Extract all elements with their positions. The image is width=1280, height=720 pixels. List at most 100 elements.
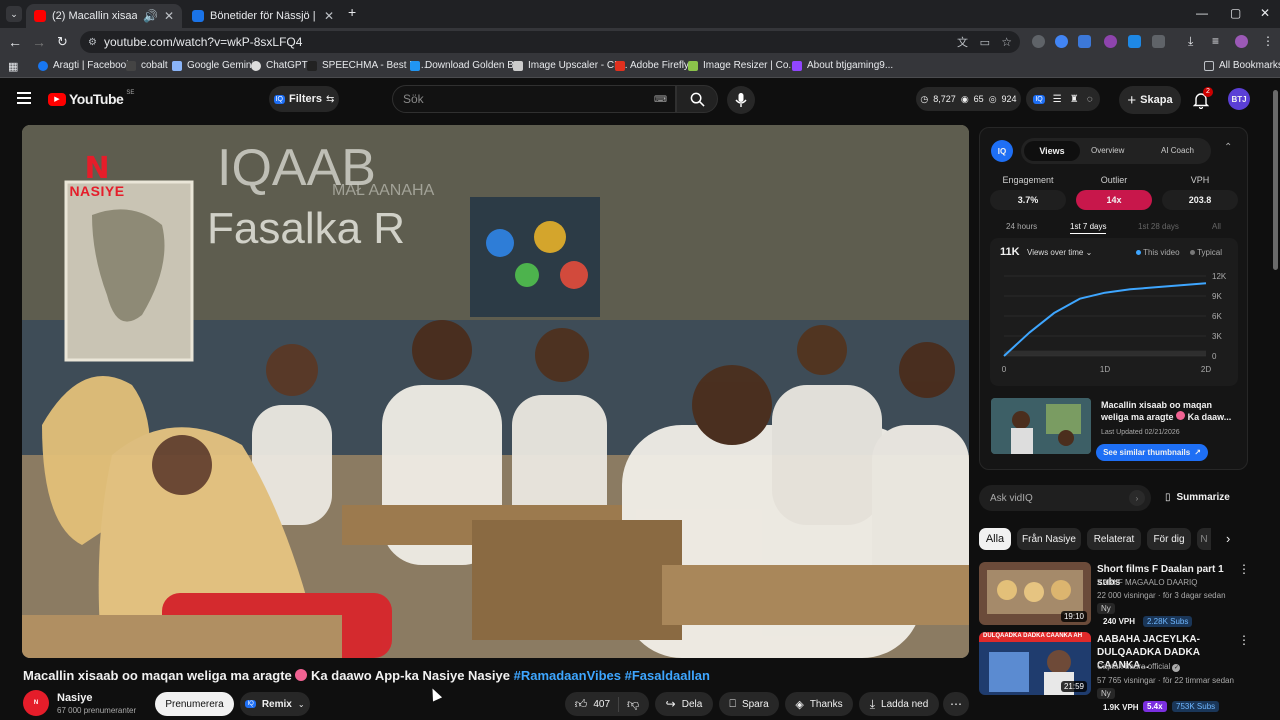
- extension-icon[interactable]: [1128, 35, 1141, 48]
- bookmark-resizer[interactable]: Image Resizer | Co...: [688, 60, 797, 71]
- forward-icon[interactable]: →: [32, 34, 46, 50]
- new-tab-button[interactable]: +: [348, 4, 356, 20]
- maximize-button[interactable]: ▢: [1230, 6, 1241, 20]
- page-scrollbar[interactable]: [1272, 80, 1280, 720]
- tab-youtube[interactable]: (2) Macallin xisaab oo maq... 🔊 ✕: [26, 4, 182, 28]
- save-button[interactable]: ⎕ Spara: [719, 692, 779, 716]
- back-icon[interactable]: ←: [8, 34, 22, 50]
- keyboard-icon[interactable]: ⌨: [654, 94, 667, 105]
- close-tab-icon[interactable]: ✕: [324, 9, 334, 23]
- cast-icon[interactable]: ▭: [980, 36, 990, 49]
- rec-channel[interactable]: Captan baara official ✓: [1097, 662, 1181, 672]
- collapse-icon[interactable]: ⌃: [1224, 142, 1232, 153]
- range-24h[interactable]: 24 hours: [1006, 222, 1037, 231]
- clock-icon: ◷: [920, 93, 929, 104]
- extension-icon[interactable]: [1055, 35, 1068, 48]
- extension-icon[interactable]: [1104, 35, 1117, 48]
- voice-search-button[interactable]: [727, 86, 755, 114]
- like-button[interactable]: 👍︎ 407: [575, 696, 620, 712]
- close-window-button[interactable]: ✕: [1260, 6, 1270, 20]
- chip-more[interactable]: N: [1197, 528, 1211, 550]
- external-link-icon: ↗: [1194, 448, 1201, 457]
- thanks-button[interactable]: ◈ Thanks: [785, 692, 853, 716]
- download-button[interactable]: ⤓ Ladda ned: [859, 692, 939, 716]
- stat-views: 8,727: [933, 94, 956, 104]
- vidiq-tools[interactable]: IQ ☰ ♜ ◌: [1026, 87, 1100, 111]
- range-7d[interactable]: 1st 7 days: [1070, 222, 1107, 234]
- bookmark-speechma[interactable]: SPEECHMA - Best Fr...: [307, 60, 426, 71]
- tab-ai-coach[interactable]: AI Coach: [1161, 146, 1194, 155]
- rec-thumbnail-2[interactable]: DULQAADKA DADKA CAANKA AH 21:59: [979, 632, 1091, 695]
- bookmark-upscaler[interactable]: Image Upscaler - CF...: [513, 60, 627, 71]
- apps-icon[interactable]: ▦: [8, 60, 18, 73]
- more-actions-button[interactable]: ⋯: [943, 692, 969, 716]
- extension-icon[interactable]: [1032, 35, 1045, 48]
- translate-icon[interactable]: 文: [957, 34, 968, 50]
- vidiq-icon: IQ: [245, 700, 256, 708]
- notifications-button[interactable]: 2: [1193, 87, 1215, 111]
- bookmark-btjgaming[interactable]: About btjgaming9...: [792, 60, 893, 71]
- bookmark-aragti[interactable]: Aragti | Facebook: [38, 60, 131, 71]
- close-tab-icon[interactable]: ✕: [164, 9, 174, 23]
- extensions-puzzle-icon[interactable]: [1152, 35, 1165, 48]
- thumbnail-preview[interactable]: [991, 398, 1091, 454]
- scrollbar-thumb[interactable]: [1273, 90, 1278, 270]
- create-button[interactable]: + Skapa: [1119, 86, 1181, 114]
- emoji-icon: [295, 669, 308, 681]
- bookmark-chatgpt[interactable]: ChatGPT: [251, 60, 308, 71]
- chip-related[interactable]: Relaterat: [1087, 528, 1141, 550]
- bookmark-cobalt[interactable]: cobalt: [126, 60, 168, 71]
- rec-more-icon[interactable]: ⋮: [1238, 562, 1250, 576]
- chips-next-icon[interactable]: ›: [1226, 531, 1230, 546]
- channel-name[interactable]: Nasiye: [57, 692, 92, 704]
- channel-stats[interactable]: ◷ 8,727 ◉ 65 ◎ 924: [916, 87, 1021, 111]
- tab-views[interactable]: Views: [1024, 141, 1080, 161]
- chip-all[interactable]: Alla: [979, 528, 1011, 550]
- chip-for-you[interactable]: För dig: [1147, 528, 1191, 550]
- thumbs-down-icon[interactable]: 👎︎: [619, 697, 639, 712]
- tab-overview[interactable]: Overview: [1091, 146, 1124, 155]
- share-button[interactable]: ↪ Dela: [655, 692, 713, 716]
- video-hashtags[interactable]: #RamadaanVibes #Fasaldaallan: [514, 668, 710, 683]
- profile-avatar[interactable]: [1235, 35, 1248, 48]
- search-button[interactable]: [676, 85, 718, 113]
- address-bar[interactable]: ⚙ youtube.com/watch?v=wkP-8sxLFQ4 文 ▭ ☆: [80, 31, 1020, 53]
- all-bookmarks[interactable]: All Bookmarks: [1204, 60, 1280, 71]
- channel-avatar[interactable]: N: [23, 690, 49, 716]
- tab-islam[interactable]: Bönetider för Nässjö | Islam.nu ✕: [184, 4, 342, 28]
- range-28d[interactable]: 1st 28 days: [1138, 222, 1179, 231]
- media-icon[interactable]: ≡: [1212, 34, 1219, 48]
- site-info-icon[interactable]: ⚙: [88, 37, 97, 48]
- bookmark-gemini[interactable]: Google Gemini: [172, 60, 254, 71]
- rec-channel[interactable]: XARIIF MAGAALO DAARIQ: [1097, 578, 1197, 587]
- rec-thumbnail-1[interactable]: 19:10: [979, 562, 1091, 625]
- speaker-icon[interactable]: 🔊: [143, 9, 158, 23]
- youtube-logo[interactable]: ▶ YouTube SE: [48, 90, 134, 107]
- extension-icon[interactable]: [1078, 35, 1091, 48]
- filters-button[interactable]: IQ Filters ⇆: [269, 86, 339, 112]
- bookmark-star-icon[interactable]: ☆: [1001, 35, 1012, 49]
- chip-from-nasiye[interactable]: Från Nasiye: [1017, 528, 1081, 550]
- send-icon[interactable]: ›: [1129, 490, 1145, 506]
- video-player[interactable]: IQAAB Fasalka R MAŁ AANAHA N NASIYE: [22, 125, 969, 658]
- range-all[interactable]: All: [1212, 222, 1221, 231]
- summarize-button[interactable]: ▯ Summarize: [1165, 492, 1230, 503]
- account-avatar[interactable]: BTJ: [1228, 88, 1250, 110]
- minimize-button[interactable]: —: [1196, 6, 1208, 20]
- menu-icon[interactable]: ⋮: [1262, 34, 1274, 48]
- rec-more-icon[interactable]: ⋮: [1238, 633, 1250, 647]
- chart-mode-dropdown[interactable]: Views over time ⌄: [1027, 248, 1092, 257]
- bookmark-golden[interactable]: Download Golden B...: [410, 60, 522, 71]
- summarize-label: Summarize: [1176, 492, 1230, 503]
- ask-vidiq-input[interactable]: Ask vidIQ ›: [979, 485, 1151, 511]
- reload-icon[interactable]: ↻: [57, 34, 68, 50]
- search-input[interactable]: Sök ⌨: [392, 85, 676, 113]
- download-icon[interactable]: ⤓: [1188, 34, 1193, 49]
- bookmark-firefly[interactable]: Adobe Firefly: [615, 60, 689, 71]
- tab-search-button[interactable]: ⌄: [6, 6, 22, 22]
- see-similar-button[interactable]: See similar thumbnails ↗: [1096, 444, 1208, 461]
- remix-button[interactable]: IQ Remix ⌄: [240, 692, 310, 716]
- hamburger-menu-icon[interactable]: [17, 92, 31, 104]
- subscribe-button[interactable]: Prenumerera: [155, 692, 234, 716]
- tab-title: (2) Macallin xisaab oo maq...: [52, 10, 137, 22]
